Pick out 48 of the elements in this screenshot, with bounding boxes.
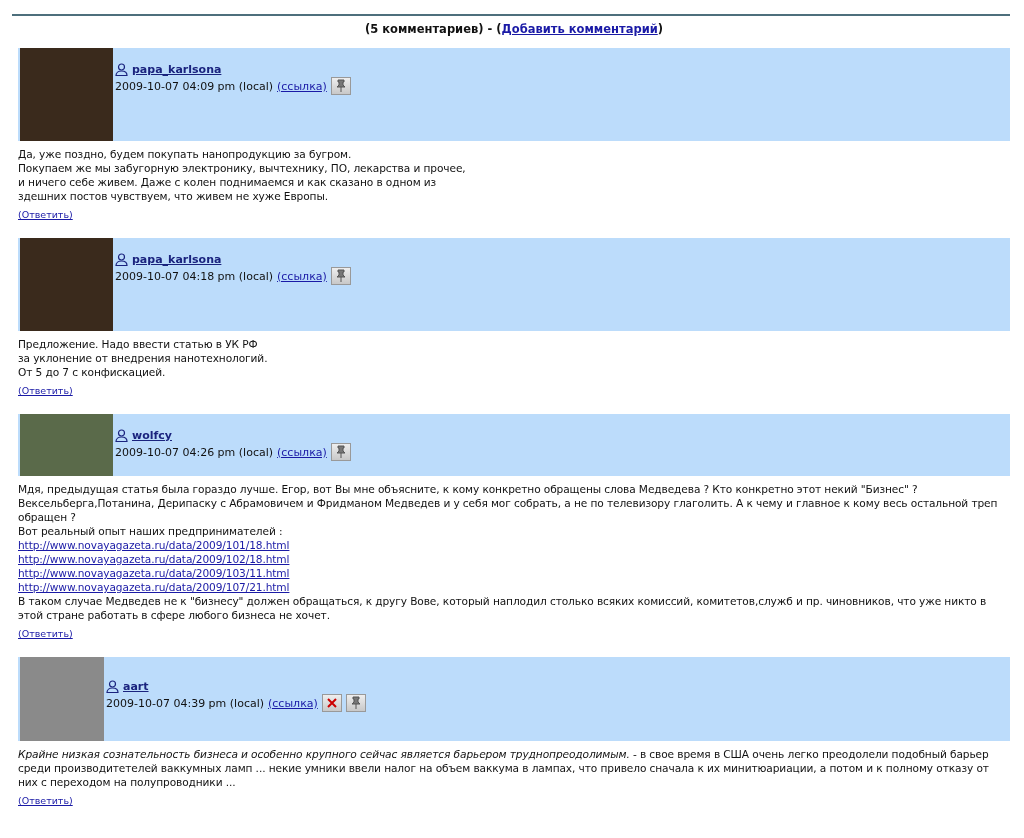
- permalink[interactable]: (ссылка): [277, 268, 327, 284]
- permalink[interactable]: (ссылка): [268, 695, 318, 711]
- comment-text: Покупаем же мы забугорную электронику, вычтехнику, ПО, лекарства и прочее,: [18, 161, 467, 175]
- reply-link[interactable]: (Ответить): [18, 209, 73, 220]
- pin-button[interactable]: [345, 694, 366, 712]
- url-link[interactable]: http://www.novayagazeta.ru/data/2009/107/21.html: [18, 580, 290, 594]
- pushpin-icon: [335, 445, 346, 459]
- user-icon: [106, 680, 119, 693]
- comment-time: 2009-10-07 04:26 pm (local): [115, 444, 274, 460]
- comment-time: 2009-10-07 04:09 pm (local): [115, 78, 274, 94]
- closing-paren: ): [657, 22, 664, 36]
- comment-text: В таком случае Медведев не к "бизнесу" должен обращаться, к другу Вове, который наплодил столько всяких комиссий, комитетов,служб и пр. чиновников, что уже никто в этой стране работать в сфере любого бизнеса не хочет.: [18, 594, 988, 622]
- url-link[interactable]: http://www.novayagazeta.ru/data/2009/102/18.html: [18, 552, 290, 566]
- user-icon: [115, 429, 128, 442]
- comment-text: Предложение. Надо ввести статью в УК РФ: [18, 337, 259, 351]
- pin-button[interactable]: [330, 443, 351, 461]
- reply-link[interactable]: (Ответить): [18, 628, 73, 639]
- comment-text: От 5 до 7 с конфискацией.: [18, 365, 167, 379]
- close-icon: [325, 697, 338, 709]
- comment-text: Крайне низкая сознательность бизнеса и особенно крупного сейчас является барьером труднопреодолимым. - в свое время в США очень легко преодолели подобный барьер среди производитетелей ваккумных ламп ... некие умники ввели налог на объем ваккума в лампах, что привело сначала к их минитюариации, а потом и к полному отказу от них с переходом на полупроводники ...: [18, 747, 990, 789]
- comment-text: и ничего себе живем. Даже с колен поднимаемся и как сказано в одном из: [18, 175, 438, 189]
- comment-time: 2009-10-07 04:18 pm (local): [115, 268, 274, 284]
- comment-text: Да, уже поздно, будем покупать нанопродукцию за бугром.: [18, 147, 353, 161]
- author-link[interactable]: wolfcy: [132, 428, 172, 443]
- pushpin-icon: [335, 79, 346, 93]
- user-icon: [115, 63, 128, 76]
- comment-text: здешних постов чувствуем, что живем не хуже Европы.: [18, 189, 329, 203]
- comment-text: за уклонение от внедрения нанотехнологий.: [18, 351, 269, 365]
- url-link[interactable]: http://www.novayagazeta.ru/data/2009/103/11.html: [18, 566, 290, 580]
- author-link[interactable]: papa_karlsona: [132, 252, 222, 267]
- reply-link[interactable]: (Ответить): [18, 385, 73, 396]
- pushpin-icon: [350, 696, 361, 710]
- user-icon: [115, 253, 128, 266]
- pushpin-icon: [335, 269, 346, 283]
- url-link[interactable]: http://www.novayagazeta.ru/data/2009/101/18.html: [18, 538, 290, 552]
- delete-button[interactable]: [321, 694, 342, 712]
- comment-text: Мдя, предыдущая статья была гораздо лучше. Егор, вот Вы мне объясните, к кому конкретно обращены слова Медведева ? Кто конкретно этот некий "Бизнес" ? Вексельберга,Потанина, Дерипаску с Абрамовичем и Фридманом Медведев и у себя мог собрать, а не по телевизору глаголить. А к чему и главное к кому весь остальной треп обращен ?: [18, 482, 999, 524]
- comment-text: Вот реальный опыт наших предпринимателей :: [18, 524, 284, 538]
- pin-button[interactable]: [330, 77, 351, 95]
- reply-link[interactable]: (Ответить): [18, 795, 73, 806]
- permalink[interactable]: (ссылка): [277, 444, 327, 460]
- pin-button[interactable]: [330, 267, 351, 285]
- author-link[interactable]: papa_karlsona: [132, 62, 222, 77]
- comment-count: (5 комментариев) - (: [364, 22, 502, 36]
- comment-time: 2009-10-07 04:39 pm (local): [106, 695, 265, 711]
- add-comment-link[interactable]: Добавить комментарий: [501, 22, 658, 36]
- author-link[interactable]: aart: [123, 679, 149, 694]
- permalink[interactable]: (ссылка): [277, 78, 327, 94]
